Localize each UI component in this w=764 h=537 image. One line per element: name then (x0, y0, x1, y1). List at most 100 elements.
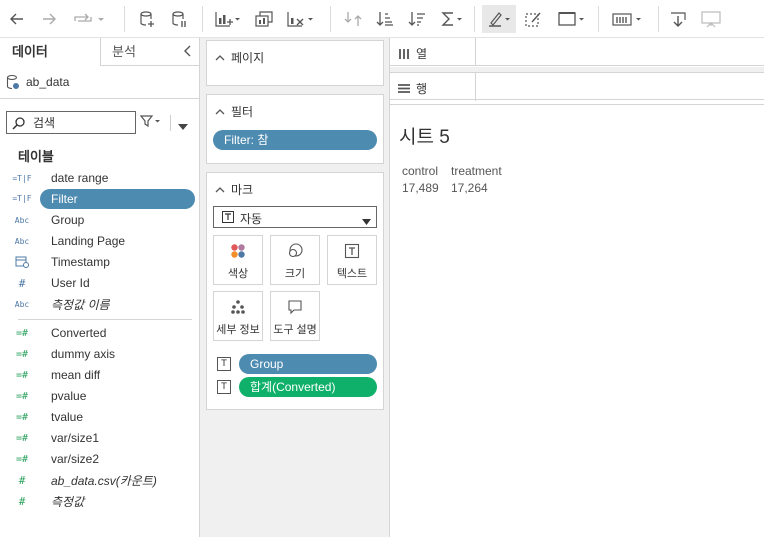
sort-descending-button[interactable] (406, 5, 428, 33)
duplicate-sheet-button[interactable] (252, 5, 276, 33)
field-item[interactable]: # ab_data.csv(카운트) (12, 470, 195, 490)
toolbar (0, 0, 764, 38)
toolbar-divider (474, 6, 475, 32)
converted-sum-pill[interactable]: 합계(Converted) (239, 377, 377, 397)
field-item[interactable]: =T|F date range (12, 168, 195, 188)
caret-down-icon (178, 124, 188, 130)
new-datasource-button[interactable] (136, 5, 158, 33)
field-item[interactable]: =# var/size2 (12, 449, 195, 469)
detail-button[interactable]: 세부 정보 (213, 291, 263, 341)
color-button[interactable]: 색상 (213, 235, 263, 285)
field-item[interactable]: =# dummy axis (12, 344, 195, 364)
replay-icon (74, 13, 104, 22)
columns-shelf-label: 열 (398, 45, 427, 62)
number-icon: # (18, 494, 26, 508)
pause-updates-button[interactable] (168, 5, 190, 33)
field-item[interactable]: =# tvalue (12, 407, 195, 427)
redo-button[interactable] (38, 5, 60, 33)
search-icon (12, 116, 26, 133)
number-calc-icon: =# (15, 453, 29, 465)
collapse-pane-button[interactable] (183, 44, 193, 61)
number-icon: # (18, 473, 26, 487)
labels-button[interactable] (554, 5, 588, 33)
field-label: Converted (51, 326, 107, 340)
sort-descending-icon (408, 12, 425, 26)
tooltip-button[interactable]: 도구 설명 (270, 291, 320, 341)
color-label: 색상 (227, 268, 249, 280)
group-members-button[interactable] (522, 5, 544, 33)
marks-card-title[interactable]: 마크 (215, 181, 253, 198)
replay-button[interactable] (68, 5, 108, 33)
columns-shelf[interactable]: 열 (390, 38, 764, 66)
filter-fields-button[interactable] (139, 114, 162, 131)
field-item-selected[interactable]: Filter (40, 189, 195, 209)
text-icon (328, 243, 376, 259)
presentation-mode-button[interactable] (698, 5, 724, 33)
size-button[interactable]: 크기 (270, 235, 320, 285)
fit-button[interactable] (608, 5, 646, 33)
new-worksheet-button[interactable] (212, 5, 242, 33)
presentation-icon (701, 11, 721, 28)
string-icon: Abc (14, 299, 30, 309)
clear-sheet-button[interactable] (284, 5, 316, 33)
mark-type-select[interactable]: 자동 (213, 206, 377, 228)
download-button[interactable] (666, 5, 690, 33)
boolean-calc-icon: =T|F (12, 194, 32, 203)
database-add-icon (140, 11, 154, 27)
field-item[interactable]: =# Converted (12, 323, 195, 343)
data-pane-menu-button[interactable] (178, 119, 188, 133)
filter-pill[interactable]: Filter: 참 (213, 130, 377, 150)
group-pencil-icon (525, 12, 541, 27)
field-item[interactable]: # User Id (12, 273, 195, 293)
filters-label: 필터 (231, 105, 254, 119)
sheet-title[interactable]: 시트 5 (399, 122, 450, 149)
field-item[interactable]: Abc Landing Page (12, 231, 195, 251)
field-item[interactable]: =# mean diff (12, 365, 195, 385)
clear-chart-icon (287, 12, 313, 27)
tab-analysis[interactable]: 분석 (112, 38, 136, 66)
search-input[interactable] (33, 115, 131, 130)
field-item[interactable]: Abc 측정값 이름 (12, 294, 195, 314)
database-pause-icon (172, 11, 186, 27)
frame-icon (558, 12, 584, 26)
field-search[interactable] (6, 111, 136, 134)
highlight-button[interactable] (482, 5, 516, 33)
filters-card-title[interactable]: 필터 (215, 103, 253, 120)
tab-data[interactable]: 데이터 (12, 38, 48, 66)
field-item[interactable]: =# var/size1 (12, 428, 195, 448)
field-item[interactable]: Timestamp (12, 252, 195, 272)
marks-card: 마크 자동 색상 크기 텍스트 세부 정보 도구 설명 T Group T 합계… (206, 172, 384, 410)
worksheet-view[interactable]: 시트 5 control treatment 17,489 17,264 (390, 104, 764, 537)
column-header-treatment[interactable]: treatment (451, 164, 502, 178)
caret-down-icon (362, 214, 371, 228)
pages-card-title[interactable]: 페이지 (215, 49, 264, 66)
marks-label: 마크 (231, 183, 254, 197)
pages-card: 페이지 (206, 40, 384, 86)
size-label: 크기 (284, 268, 306, 280)
sort-ascending-button[interactable] (374, 5, 396, 33)
string-icon: Abc (14, 215, 30, 225)
value-treatment[interactable]: 17,264 (451, 181, 488, 195)
tab-divider (100, 38, 101, 66)
pages-label: 페이지 (231, 51, 265, 65)
toolbar-divider (330, 6, 331, 32)
field-item[interactable]: =# pvalue (12, 386, 195, 406)
swap-button[interactable] (342, 5, 364, 33)
totals-button[interactable] (438, 5, 466, 33)
field-item[interactable]: Abc Group (12, 210, 195, 230)
divider (170, 115, 171, 131)
group-text-pill[interactable]: Group (239, 354, 377, 374)
funnel-icon (139, 115, 160, 128)
arrow-left-icon (10, 13, 23, 25)
tableau-workspace: 데이터 분석 ab_data 테이블 =T (0, 0, 764, 537)
field-item[interactable]: # 측정값 (12, 491, 195, 511)
datasource-item[interactable]: ab_data (6, 74, 69, 90)
label-button[interactable]: 텍스트 (327, 235, 377, 285)
datasource-name: ab_data (26, 75, 70, 89)
field-label: ab_data.csv(카운트) (51, 473, 157, 488)
rows-shelf[interactable]: 행 (390, 72, 764, 101)
undo-button[interactable] (6, 5, 28, 33)
column-header-control[interactable]: control (402, 164, 438, 178)
text-mark-icon: T (217, 357, 231, 371)
value-control[interactable]: 17,489 (402, 181, 439, 195)
